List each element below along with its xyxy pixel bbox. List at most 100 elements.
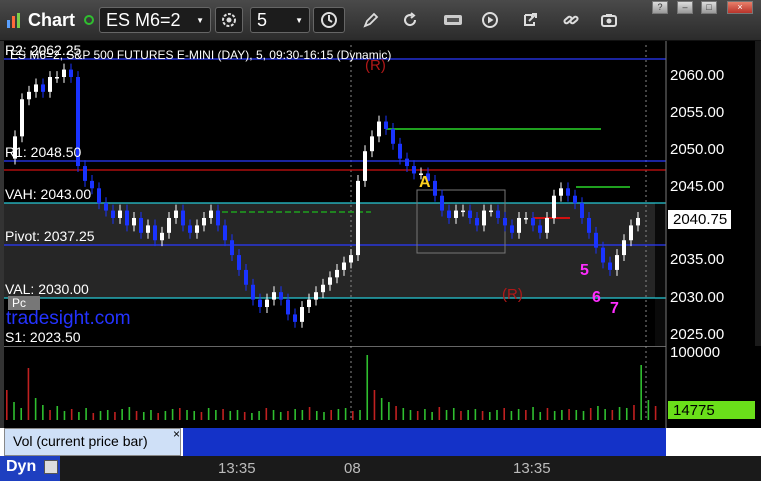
volume-bar <box>604 409 606 420</box>
draw-pencil-button[interactable] <box>358 7 384 33</box>
link-status-icon[interactable] <box>82 7 96 33</box>
volume-bar <box>164 411 167 420</box>
chevron-down-icon: ▼ <box>295 15 303 25</box>
y-tick: 2030.00 <box>670 289 725 306</box>
candle-body <box>552 195 556 218</box>
candle-body <box>244 269 248 285</box>
export-button[interactable] <box>517 7 543 33</box>
count-5: 5 <box>580 262 589 279</box>
volume-bar <box>251 413 253 420</box>
interval-clock-button[interactable] <box>313 7 345 33</box>
volume-bar <box>409 410 412 420</box>
y-tick: 2045.00 <box>670 178 725 195</box>
candle-body <box>104 203 108 211</box>
candle-body <box>517 217 521 233</box>
candle-body <box>153 225 157 241</box>
close-button[interactable]: × <box>727 1 753 14</box>
play-button[interactable] <box>477 7 503 33</box>
volume-bar <box>236 410 239 420</box>
play-icon <box>482 12 498 28</box>
candle-body <box>391 128 395 144</box>
candle-body <box>489 210 493 213</box>
minimize-button[interactable]: – <box>677 1 693 14</box>
volume-bar <box>34 398 37 420</box>
volume-bar <box>640 365 642 420</box>
chevron-down-icon: ▼ <box>196 15 204 25</box>
volume-bar <box>481 411 484 420</box>
candle-body <box>468 210 472 218</box>
gear-icon <box>222 13 236 27</box>
interval-value: 5 <box>257 9 268 30</box>
candle-body <box>27 91 31 100</box>
volume-bar <box>27 368 30 420</box>
volume-bar <box>272 410 275 420</box>
candle-body <box>209 210 213 218</box>
price-chart[interactable] <box>0 41 761 346</box>
candle-body <box>356 180 360 256</box>
candle-body <box>447 210 451 218</box>
candle-body <box>307 299 311 308</box>
volume-bar <box>179 408 181 420</box>
link-icon <box>563 15 579 25</box>
volume-bar <box>42 405 44 420</box>
candle-body <box>349 255 353 263</box>
export-icon <box>524 13 537 26</box>
candle-body <box>167 217 171 233</box>
candle-body <box>258 299 262 308</box>
link-chart-button[interactable] <box>558 7 584 33</box>
candle-body <box>97 188 101 204</box>
screenshot-button[interactable] <box>596 7 622 33</box>
candle-body <box>279 292 283 300</box>
y-tick: 2055.00 <box>670 104 725 121</box>
tab-strip <box>183 428 666 456</box>
candle-body <box>181 210 185 226</box>
volume-bar <box>633 405 635 420</box>
toolbar: Chart ES M6=2 ▼ 5 ▼ ? – □ × <box>0 0 761 41</box>
volume-bar <box>452 408 455 420</box>
candle-body <box>237 255 241 270</box>
pc-marker: Pc <box>8 296 40 310</box>
candle-body <box>629 225 633 241</box>
candle-body <box>496 210 500 218</box>
candle-body <box>384 121 388 129</box>
tab-volume[interactable]: Vol (current price bar) × <box>4 427 181 456</box>
help-button[interactable]: ? <box>652 1 668 14</box>
candle-body <box>146 225 150 233</box>
dyn-button[interactable]: Dyn <box>0 456 60 481</box>
refresh-button[interactable] <box>397 7 423 33</box>
candle-body <box>622 240 626 256</box>
symbol-settings-button[interactable] <box>215 7 243 33</box>
symbol-select[interactable]: ES M6=2 ▼ <box>99 7 211 33</box>
volume-bar <box>85 408 87 420</box>
volume-bar <box>229 411 232 420</box>
candle-body <box>62 69 66 77</box>
volume-bar <box>402 408 405 420</box>
candle-body <box>363 151 367 181</box>
candle-body <box>482 210 486 226</box>
candle-body <box>34 84 38 92</box>
candle-body <box>608 262 612 270</box>
pencil-icon <box>363 12 379 28</box>
maximize-button[interactable]: □ <box>701 1 717 14</box>
candle-body <box>223 225 227 241</box>
volume-bar <box>330 410 332 420</box>
volume-bar <box>380 398 383 420</box>
volume-bar <box>6 390 8 420</box>
tab-row-spacer <box>666 428 761 456</box>
data-feed-button[interactable] <box>440 7 466 33</box>
volume-bar <box>128 407 131 420</box>
volume-bar <box>597 406 599 420</box>
candle-body <box>293 314 297 322</box>
app-title: Chart <box>28 9 76 30</box>
candle-body <box>531 217 535 226</box>
volume-bar <box>488 412 491 420</box>
candle-body <box>566 188 570 196</box>
interval-select[interactable]: 5 ▼ <box>250 7 310 33</box>
volume-bar <box>424 409 426 420</box>
y-tick: 2035.00 <box>670 251 725 268</box>
volume-bar <box>373 390 376 420</box>
close-icon[interactable]: × <box>173 427 180 441</box>
dyn-label: Dyn <box>6 458 37 475</box>
volume-chart[interactable] <box>0 346 761 428</box>
candle-body <box>545 217 549 233</box>
